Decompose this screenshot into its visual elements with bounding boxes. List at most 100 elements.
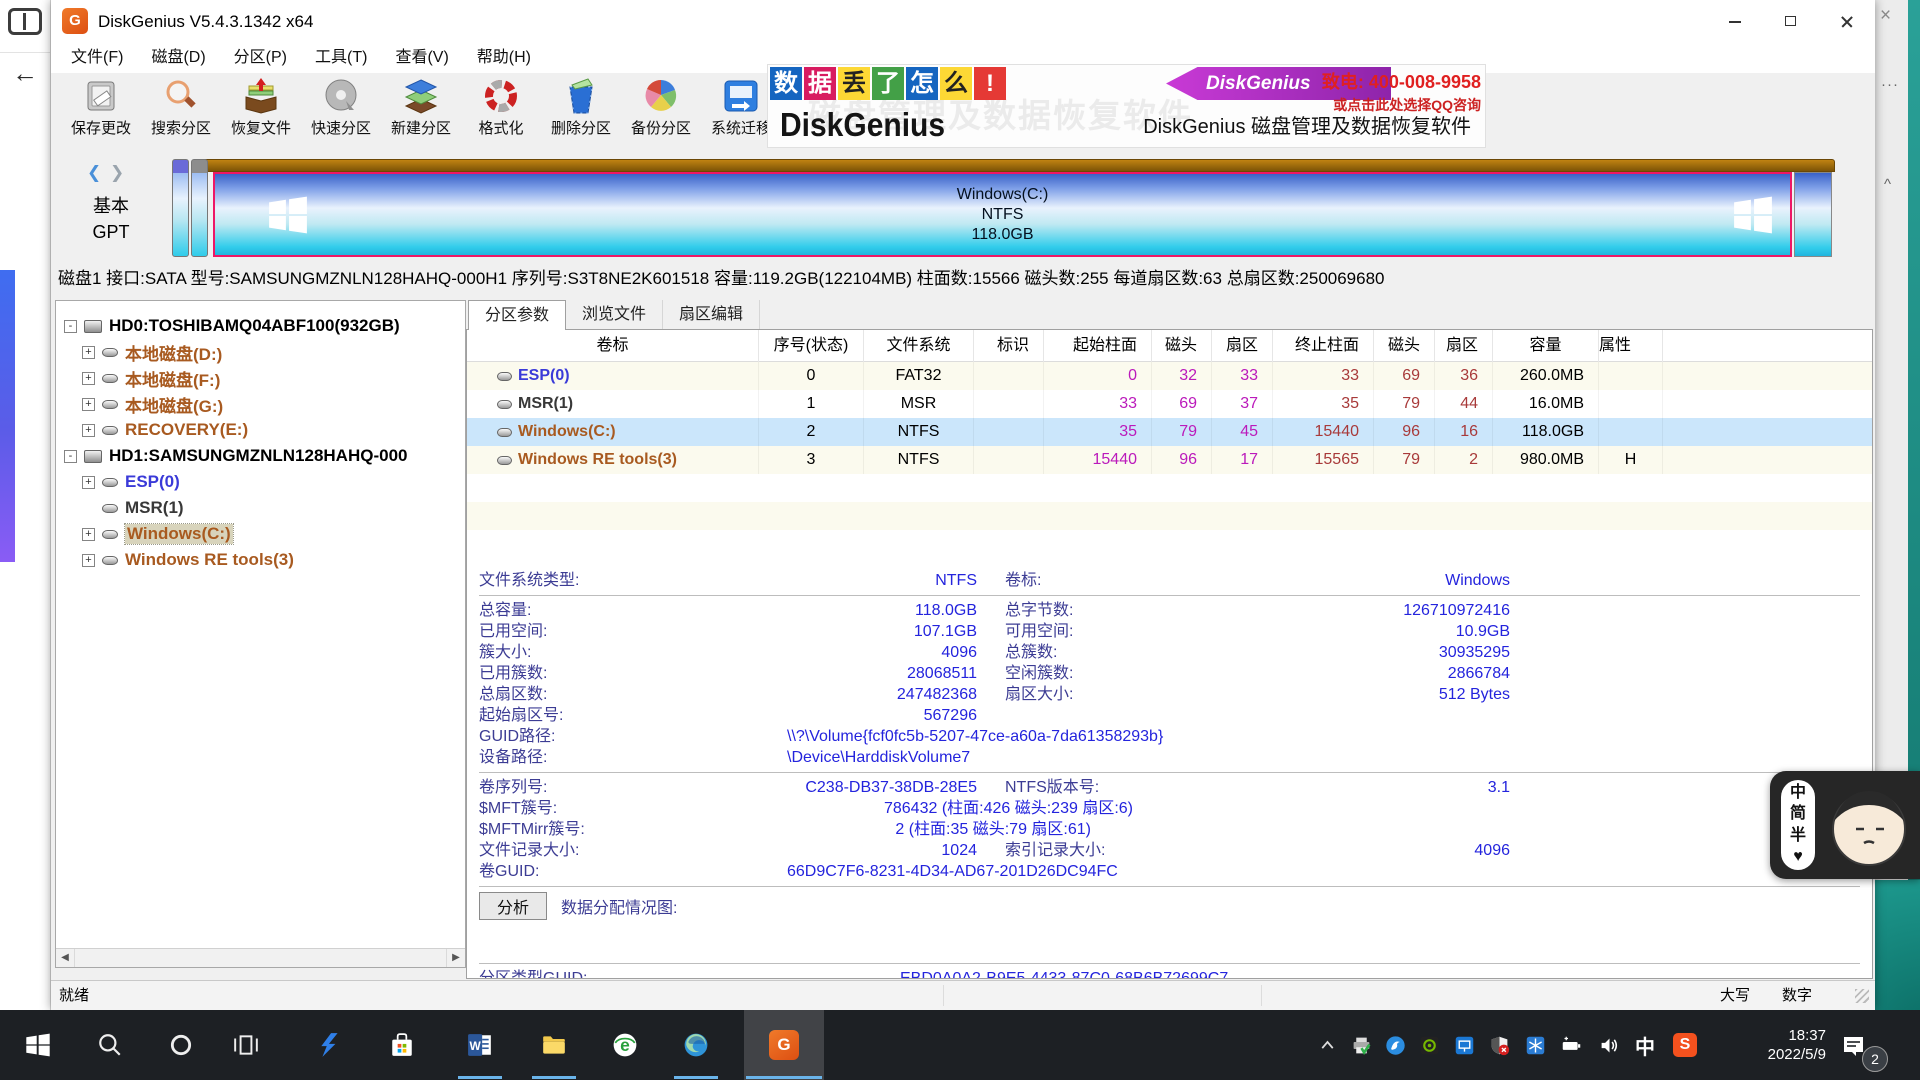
microsoft-store-icon[interactable] — [378, 1010, 426, 1080]
delete-partition-button[interactable]: 删除分区 — [541, 73, 621, 151]
expander-icon[interactable]: + — [82, 398, 95, 411]
backup-partition-button[interactable]: 备份分区 — [621, 73, 701, 151]
expander-icon[interactable]: + — [82, 554, 95, 567]
cortana-icon[interactable] — [157, 1010, 205, 1080]
defender-alert-tray-icon[interactable] — [1482, 1010, 1516, 1080]
ad-banner[interactable]: 磁盘管理及数据恢复软件 数据丢了怎么! DiskGenius DiskGeniu… — [767, 64, 1486, 148]
sogou-tray-icon[interactable]: S — [1668, 1010, 1702, 1080]
browser-360-icon[interactable]: e — [601, 1010, 649, 1080]
column-header[interactable]: 扇区 — [1212, 330, 1273, 362]
menu-item[interactable]: 查看(V) — [381, 43, 462, 73]
column-header[interactable]: 磁头 — [1152, 330, 1212, 362]
column-header[interactable]: 卷标 — [467, 330, 759, 362]
column-header[interactable]: 起始柱面 — [1044, 330, 1152, 362]
tab[interactable]: 扇区编辑 — [663, 300, 760, 330]
tab[interactable]: 分区参数 — [468, 300, 566, 330]
search-partition-button[interactable]: 搜索分区 — [141, 73, 221, 151]
expander-icon[interactable]: + — [82, 346, 95, 359]
esp-partition-bar[interactable] — [172, 159, 189, 257]
expander-icon[interactable]: + — [82, 476, 95, 489]
banner-phone[interactable]: 致电: 400-008-9958 — [1181, 68, 1481, 94]
close-button[interactable] — [1819, 0, 1875, 43]
table-row[interactable]: ESP(0) 0FAT32 03233 336936 260.0MB — [467, 362, 1872, 390]
expander-icon[interactable]: + — [82, 372, 95, 385]
tree-horizontal-scrollbar[interactable]: ◀ ▶ — [56, 948, 465, 967]
search-icon[interactable] — [86, 1010, 134, 1080]
tree-item[interactable]: MSR(1) — [56, 495, 465, 521]
tree-item[interactable]: + ESP(0) — [56, 469, 465, 495]
column-header[interactable]: 文件系统 — [864, 330, 974, 362]
new-partition-button[interactable]: 新建分区 — [381, 73, 461, 151]
column-header[interactable]: 磁头 — [1374, 330, 1435, 362]
nvidia-tray-icon[interactable] — [1412, 1010, 1446, 1080]
table-row[interactable]: MSR(1) 1MSR 336937 357944 16.0MB — [467, 390, 1872, 418]
ime-indicator[interactable]: 中 — [1628, 1010, 1662, 1080]
tree-item[interactable]: - HD1:SAMSUNGMZNLN128HAHQ-000 — [56, 443, 465, 469]
flash-app-icon[interactable] — [306, 1010, 354, 1080]
file-explorer-icon[interactable] — [530, 1010, 578, 1080]
tab[interactable]: 浏览文件 — [566, 300, 663, 330]
quick-partition-button[interactable]: 快速分区 — [301, 73, 381, 151]
format-button[interactable]: 格式化 — [461, 73, 541, 151]
recover-files-button[interactable]: 恢复文件 — [221, 73, 301, 151]
column-header[interactable]: 序号(状态) — [759, 330, 864, 362]
next-disk-icon[interactable]: ❯ — [110, 163, 124, 182]
taskbar-clock[interactable]: 18:37 2022/5/9 — [1722, 1010, 1826, 1080]
tree-item[interactable]: + RECOVERY(E:) — [56, 417, 465, 443]
analyze-button[interactable]: 分析 — [479, 892, 547, 920]
scroll-left-icon[interactable]: ◀ — [56, 949, 75, 967]
prev-disk-icon[interactable]: ❮ — [87, 163, 101, 182]
windows-re-partition-bar[interactable] — [1794, 172, 1832, 257]
action-center[interactable]: 2 — [1840, 1010, 1900, 1080]
table-row[interactable]: Windows(C:) 2NTFS 357945 154409616 118.0… — [467, 418, 1872, 446]
column-header[interactable]: 标识 — [974, 330, 1044, 362]
heart-icon[interactable]: ♥ — [1793, 849, 1803, 865]
column-header[interactable]: 扇区 — [1435, 330, 1493, 362]
bird-app-tray-icon[interactable] — [1378, 1010, 1412, 1080]
background-close-icon[interactable]: × — [1880, 5, 1891, 27]
tree-item[interactable]: + Windows(C:) — [56, 521, 465, 547]
browser-tab-panel-icon[interactable] — [8, 8, 42, 35]
intel-graphics-tray-icon[interactable] — [1447, 1010, 1481, 1080]
expander-icon[interactable]: + — [82, 424, 95, 437]
menu-item[interactable]: 文件(F) — [57, 43, 137, 73]
expander-icon[interactable]: + — [82, 528, 95, 541]
volume-tray-icon[interactable] — [1592, 1010, 1626, 1080]
more-options-icon[interactable]: ··· — [1881, 76, 1899, 93]
snowflake-tray-icon[interactable] — [1518, 1010, 1552, 1080]
column-header[interactable]: 终止柱面 — [1273, 330, 1374, 362]
scroll-up-icon[interactable]: ^ — [1884, 176, 1891, 193]
msr-partition-bar[interactable] — [191, 159, 208, 257]
tree-item[interactable]: + 本地磁盘(G:) — [56, 391, 465, 417]
expander-icon[interactable]: - — [64, 320, 77, 333]
maximize-button[interactable] — [1763, 0, 1819, 43]
tray-chevron-icon[interactable] — [1310, 1010, 1344, 1080]
scroll-right-icon[interactable]: ▶ — [446, 949, 465, 967]
expander-icon[interactable]: - — [64, 450, 77, 463]
battery-tray-icon[interactable] — [1554, 1010, 1588, 1080]
menu-item[interactable]: 磁盘(D) — [137, 43, 219, 73]
edge-icon[interactable] — [672, 1010, 720, 1080]
back-arrow-icon[interactable]: ← — [12, 58, 38, 89]
save-changes-button[interactable]: 保存更改 — [61, 73, 141, 151]
sogou-ime-widget[interactable]: 中 简 半 ♥ — [1770, 771, 1920, 879]
tree-item[interactable]: + 本地磁盘(F:) — [56, 365, 465, 391]
menu-item[interactable]: 分区(P) — [220, 43, 301, 73]
resize-grip[interactable] — [1855, 989, 1869, 1003]
column-header[interactable]: 容量 — [1493, 330, 1599, 362]
tree-item[interactable]: - HD0:TOSHIBAMQ04ABF100(932GB) — [56, 313, 465, 339]
task-view-icon[interactable] — [222, 1010, 270, 1080]
ime-charset[interactable]: 简 — [1790, 806, 1806, 822]
menu-item[interactable]: 工具(T) — [301, 43, 381, 73]
ime-mode[interactable]: 中 — [1790, 785, 1806, 801]
minimize-button[interactable] — [1707, 0, 1763, 43]
word-icon[interactable]: W — [456, 1010, 504, 1080]
start-button[interactable] — [14, 1010, 62, 1080]
tree-item[interactable]: + Windows RE tools(3) — [56, 547, 465, 573]
column-header[interactable]: 属性 — [1599, 330, 1663, 362]
printer-tray-icon[interactable] — [1344, 1010, 1378, 1080]
diskgenius-taskbar-button[interactable]: G — [744, 1010, 824, 1080]
ime-width[interactable]: 半 — [1790, 828, 1806, 844]
windows-c-partition-bar[interactable]: Windows(C:) NTFS 118.0GB — [213, 172, 1792, 257]
table-row[interactable]: Windows RE tools(3) 3NTFS 154409617 1556… — [467, 446, 1872, 474]
